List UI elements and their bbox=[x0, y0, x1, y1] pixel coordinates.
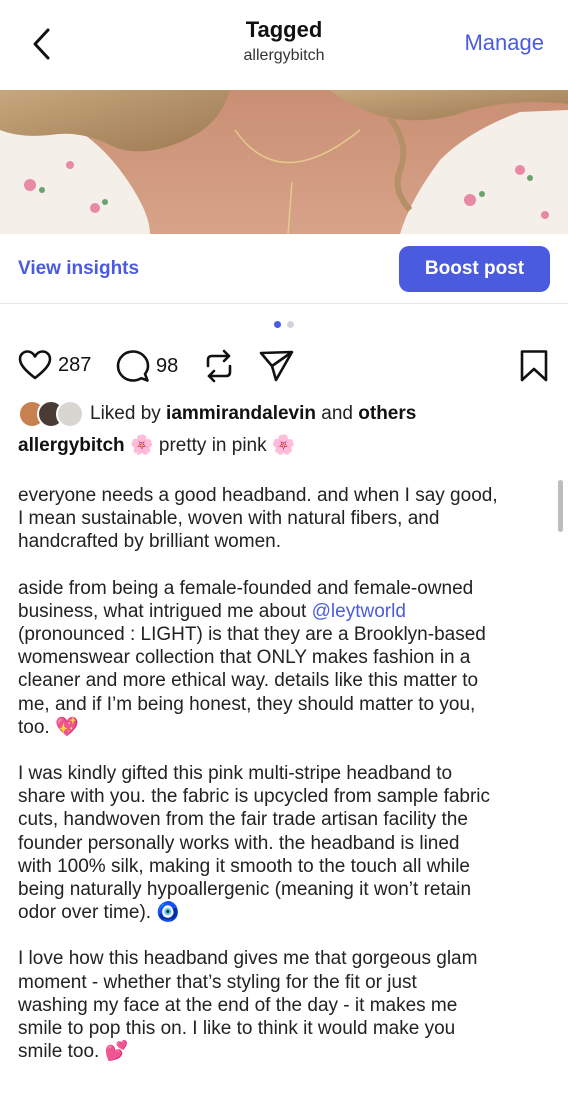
save-button[interactable] bbox=[519, 349, 549, 383]
caption-text: I love how this headband gives me that g… bbox=[18, 948, 478, 1063]
repost-icon bbox=[203, 349, 235, 383]
share-button[interactable] bbox=[259, 349, 295, 383]
bookmark-icon bbox=[519, 349, 549, 383]
like-button[interactable]: 287 bbox=[18, 349, 91, 381]
scrollbar[interactable] bbox=[558, 480, 563, 532]
insights-row: View insights Boost post bbox=[0, 234, 568, 304]
evil-eye-emoji: 🧿 bbox=[156, 901, 180, 924]
header: Tagged allergybitch Manage bbox=[0, 0, 568, 90]
carousel-indicator bbox=[0, 321, 568, 328]
boost-post-button[interactable]: Boost post bbox=[399, 246, 550, 292]
heart-icon bbox=[18, 349, 52, 381]
caption-headline: allergybitch 🌸 pretty in pink 🌸 bbox=[18, 431, 296, 460]
caption-paragraph: everyone needs a good headband. and when… bbox=[18, 485, 498, 553]
mention-link[interactable]: @leytworld bbox=[312, 601, 406, 622]
caption-paragraph: I love how this headband gives me that g… bbox=[18, 947, 548, 1063]
sparkling-heart-emoji: 💖 bbox=[54, 715, 79, 738]
liked-by-joiner: and bbox=[316, 403, 359, 424]
flower-emoji: 🌸 bbox=[271, 434, 296, 456]
post-photo-image bbox=[0, 90, 568, 234]
send-icon bbox=[259, 349, 295, 383]
liker-avatars bbox=[18, 400, 84, 428]
post-photo[interactable] bbox=[0, 90, 568, 234]
caption-headline-text: pretty in pink bbox=[158, 435, 267, 456]
caption-body: everyone needs a good headband. and when… bbox=[18, 484, 548, 1086]
comment-count: 98 bbox=[156, 354, 179, 377]
two-hearts-emoji: 💕 bbox=[104, 1040, 129, 1063]
liked-by-prefix: Liked by bbox=[90, 403, 167, 424]
caption-username[interactable]: allergybitch bbox=[18, 435, 125, 456]
liked-by-user[interactable]: iammirandalevin bbox=[166, 403, 316, 424]
manage-button[interactable]: Manage bbox=[464, 30, 544, 56]
carousel-dot-active bbox=[274, 321, 281, 328]
caption-paragraph: aside from being a female-founded and fe… bbox=[18, 577, 548, 739]
liked-by-others[interactable]: others bbox=[358, 403, 416, 424]
caption-text: I was kindly gifted this pink multi-stri… bbox=[18, 763, 491, 924]
view-insights-link[interactable]: View insights bbox=[18, 258, 139, 280]
repost-button[interactable] bbox=[203, 349, 235, 383]
comment-button[interactable]: 98 bbox=[116, 349, 178, 383]
caption-paragraph: I was kindly gifted this pink multi-stri… bbox=[18, 762, 548, 924]
chevron-left-icon bbox=[33, 28, 50, 60]
flower-emoji: 🌸 bbox=[129, 434, 154, 456]
tagged-post-screen: Tagged allergybitch Manage View insights… bbox=[0, 0, 568, 1100]
back-button[interactable] bbox=[22, 22, 62, 66]
like-count: 287 bbox=[58, 353, 92, 376]
liked-by-row[interactable]: Liked by iammirandalevin and others bbox=[18, 398, 416, 430]
carousel-dot bbox=[287, 321, 294, 328]
caption-text: (pronounced : LIGHT) is that they are a … bbox=[18, 624, 486, 738]
action-bar: 287 98 bbox=[0, 344, 568, 388]
avatar bbox=[56, 400, 84, 428]
liked-by-text: Liked by iammirandalevin and others bbox=[90, 403, 416, 425]
comment-icon bbox=[116, 349, 150, 383]
